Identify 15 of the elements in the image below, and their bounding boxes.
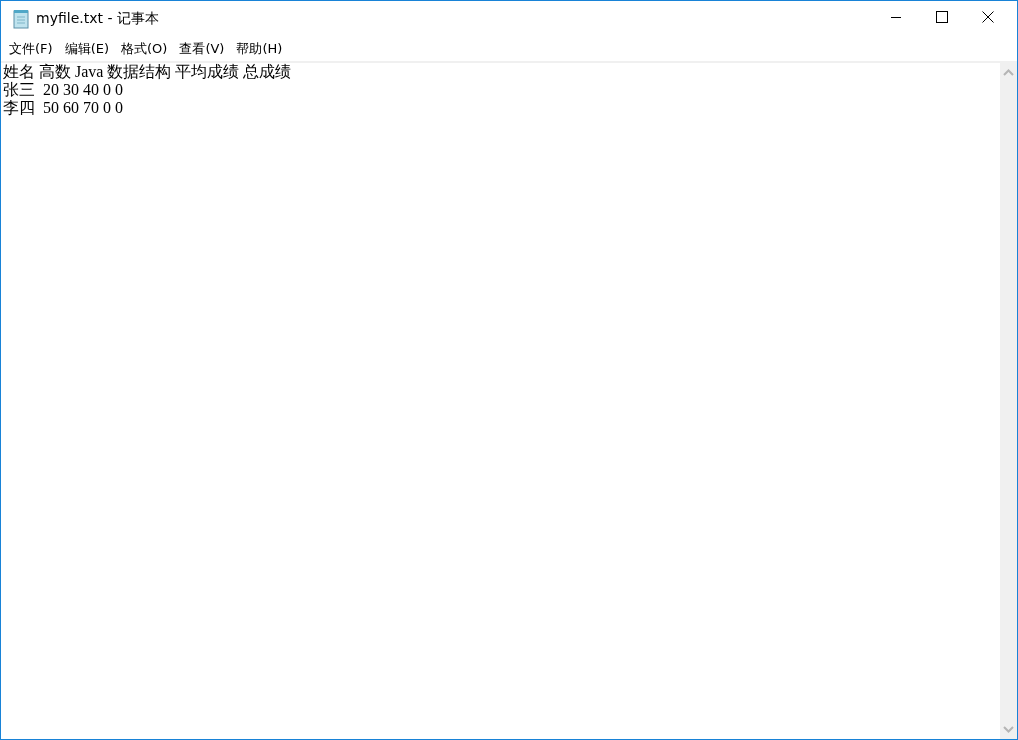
notepad-icon	[12, 9, 30, 29]
text-area[interactable]: 姓名 高数 Java 数据结构 平均成绩 总成绩 张三 20 30 40 0 0 李四 50 60 70 0 0	[1, 63, 1000, 739]
menu-item[interactable]: 文件(F)	[3, 40, 59, 58]
close-icon	[982, 11, 994, 23]
scroll-down-icon[interactable]	[1003, 726, 1014, 733]
text-line: 李四 50 60 70 0 0	[3, 99, 123, 117]
menu-item[interactable]: 查看(V)	[173, 40, 231, 58]
menu-item[interactable]: 格式(O)	[115, 40, 174, 58]
menu-item[interactable]: 编辑(E)	[58, 40, 115, 58]
text-line: 姓名 高数 Java 数据结构 平均成绩 总成绩	[3, 63, 292, 81]
scroll-up-icon[interactable]	[1003, 69, 1014, 76]
window-title: myfile.txt - 记事本	[36, 10, 159, 28]
text-line: 张三 20 30 40 0 0	[3, 81, 123, 99]
maximize-icon	[936, 11, 948, 23]
menu-item[interactable]: 帮助(H)	[230, 40, 289, 58]
